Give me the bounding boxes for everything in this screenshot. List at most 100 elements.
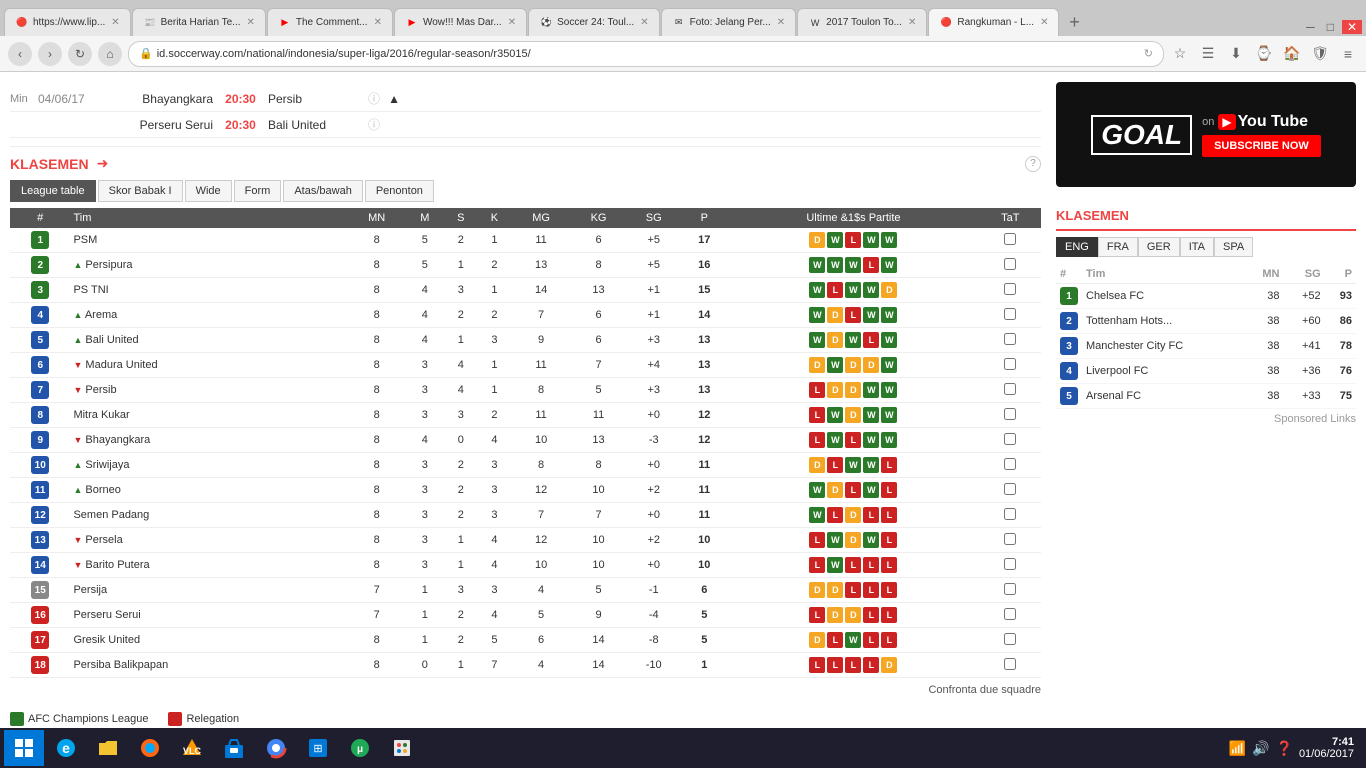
table-row: 13 ▼ Persela 8 3 1 4 12 10 +2 10 LWDWL: [10, 528, 1041, 553]
taskbar-explorer[interactable]: ⊞: [298, 730, 338, 766]
tat-checkbox[interactable]: [1004, 258, 1016, 270]
cell-kg: 8: [571, 253, 626, 278]
cell-mn: 8: [348, 403, 406, 428]
shield-icon[interactable]: 🛡: [1310, 44, 1330, 64]
tab-5[interactable]: ⚽ Soccer 24: Toul... ✕: [528, 8, 659, 36]
cell-rank: 14: [10, 553, 70, 578]
home-button[interactable]: ⌂: [98, 42, 122, 66]
confronta-button[interactable]: Confronta due squadre: [10, 678, 1041, 702]
taskbar-folder[interactable]: [88, 730, 128, 766]
menu-icon[interactable]: ≡: [1338, 44, 1358, 64]
close-window-button[interactable]: ✕: [1342, 20, 1362, 34]
cell-mn: 8: [348, 428, 406, 453]
taskbar-firefox[interactable]: [130, 730, 170, 766]
league-tab-ger[interactable]: GER: [1138, 237, 1180, 257]
tab-wide[interactable]: Wide: [185, 180, 232, 202]
tat-checkbox[interactable]: [1004, 358, 1016, 370]
tab-8-active[interactable]: 🔴 Rangkuman - L... ✕: [928, 8, 1059, 36]
taskbar-ie[interactable]: e: [46, 730, 86, 766]
tab-4[interactable]: ▶ Wow!!! Mas Dar... ✕: [394, 8, 527, 36]
cell-p: 14: [681, 303, 727, 328]
league-tabs: ENG FRA GER ITA SPA: [1056, 237, 1356, 257]
tab-5-close[interactable]: ✕: [640, 17, 648, 28]
tab-1[interactable]: 🔴 https://www.lip... ✕: [4, 8, 131, 36]
tab-penonton[interactable]: Penonton: [365, 180, 434, 202]
tat-checkbox[interactable]: [1004, 233, 1016, 245]
cell-tat: [980, 528, 1041, 553]
taskbar-store[interactable]: [214, 730, 254, 766]
tat-checkbox[interactable]: [1004, 458, 1016, 470]
reader-icon[interactable]: ☰: [1198, 44, 1218, 64]
url-input[interactable]: 🔒 id.soccerway.com/national/indonesia/su…: [128, 41, 1164, 67]
tat-checkbox[interactable]: [1004, 483, 1016, 495]
league-tab-fra[interactable]: FRA: [1098, 237, 1138, 257]
table-row: 6 ▼ Madura United 8 3 4 1 11 7 +4 13 DWD…: [10, 353, 1041, 378]
tat-checkbox[interactable]: [1004, 308, 1016, 320]
cell-p: 16: [681, 253, 727, 278]
minimize-button[interactable]: ─: [1302, 20, 1319, 34]
tab-2[interactable]: 📰 Berita Harian Te... ✕: [132, 8, 266, 36]
cell-results: DLWLL: [727, 628, 979, 653]
tab-atas-bawah[interactable]: Atas/bawah: [283, 180, 362, 202]
tat-checkbox[interactable]: [1004, 283, 1016, 295]
new-tab-button[interactable]: +: [1060, 8, 1088, 36]
cell-s: 2: [444, 628, 478, 653]
cell-mg: 9: [511, 328, 571, 353]
yt-ad[interactable]: GOAL on ▶ You Tube SUBSCRIBE NOW: [1056, 82, 1356, 187]
tab-7[interactable]: W 2017 Toulon To... ✕: [797, 8, 927, 36]
home-nav-icon[interactable]: 🏠: [1282, 44, 1302, 64]
klasemen-help-icon[interactable]: ?: [1025, 156, 1041, 172]
table-row: 14 ▼ Barito Putera 8 3 1 4 10 10 +0 10 L…: [10, 553, 1041, 578]
back-button[interactable]: ‹: [8, 42, 32, 66]
tat-checkbox[interactable]: [1004, 583, 1016, 595]
cell-sg: -3: [626, 428, 681, 453]
cell-name: ▼ Madura United: [70, 353, 347, 378]
table-row: 11 ▲ Borneo 8 3 2 3 12 10 +2 11 WDLWL: [10, 478, 1041, 503]
cell-results: WLWWD: [727, 278, 979, 303]
tat-checkbox[interactable]: [1004, 508, 1016, 520]
cell-results: LDDLL: [727, 603, 979, 628]
tat-checkbox[interactable]: [1004, 383, 1016, 395]
cell-tat: [980, 228, 1041, 253]
league-tab-spa[interactable]: SPA: [1214, 237, 1253, 257]
tat-checkbox[interactable]: [1004, 408, 1016, 420]
legend-relegation-label: Relegation: [186, 713, 239, 725]
tab-6-close[interactable]: ✕: [777, 17, 785, 28]
taskbar-bittorrent[interactable]: μ: [340, 730, 380, 766]
download-icon[interactable]: ⬇: [1226, 44, 1246, 64]
tat-checkbox[interactable]: [1004, 558, 1016, 570]
start-button[interactable]: [4, 730, 44, 766]
match-1-info[interactable]: ⓘ: [368, 90, 380, 107]
tat-checkbox[interactable]: [1004, 658, 1016, 670]
maximize-button[interactable]: □: [1323, 20, 1338, 34]
league-tab-ita[interactable]: ITA: [1180, 237, 1214, 257]
tat-checkbox[interactable]: [1004, 333, 1016, 345]
refresh-button[interactable]: ↻: [68, 42, 92, 66]
match-2-info[interactable]: ⓘ: [368, 116, 380, 133]
tab-league-table[interactable]: League table: [10, 180, 96, 202]
tat-checkbox[interactable]: [1004, 633, 1016, 645]
forward-button[interactable]: ›: [38, 42, 62, 66]
subscribe-button[interactable]: SUBSCRIBE NOW: [1202, 135, 1321, 157]
tat-checkbox[interactable]: [1004, 433, 1016, 445]
tab-1-close[interactable]: ✕: [111, 17, 119, 28]
league-tab-eng[interactable]: ENG: [1056, 237, 1098, 257]
tab-form[interactable]: Form: [234, 180, 282, 202]
tab-skor-babak[interactable]: Skor Babak I: [98, 180, 183, 202]
taskbar-chrome[interactable]: [256, 730, 296, 766]
tab-7-close[interactable]: ✕: [908, 17, 916, 28]
bookmark-icon[interactable]: ☆: [1170, 44, 1190, 64]
tat-checkbox[interactable]: [1004, 533, 1016, 545]
history-icon[interactable]: ⌚: [1254, 44, 1274, 64]
cell-name: PSM: [70, 228, 347, 253]
tab-2-close[interactable]: ✕: [247, 17, 255, 28]
tat-checkbox[interactable]: [1004, 608, 1016, 620]
tab-6[interactable]: ✉ Foto: Jelang Per... ✕: [661, 8, 797, 36]
tab-3-close[interactable]: ✕: [374, 17, 382, 28]
tab-3[interactable]: ▶ The Comment... ✕: [267, 8, 393, 36]
taskbar-vlc[interactable]: VLC: [172, 730, 212, 766]
taskbar-paint[interactable]: [382, 730, 422, 766]
tab-4-close[interactable]: ✕: [508, 17, 516, 28]
scroll-btn[interactable]: ▲: [380, 92, 400, 106]
tab-8-close[interactable]: ✕: [1040, 17, 1048, 28]
